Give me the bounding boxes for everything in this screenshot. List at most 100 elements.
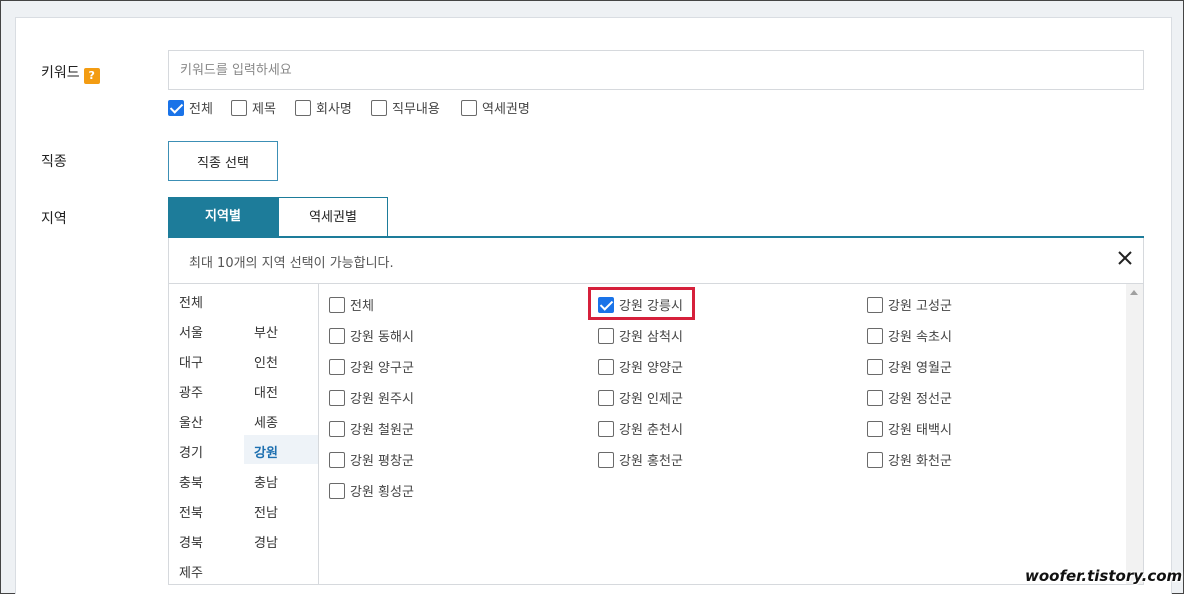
province-ulsan[interactable]: 울산: [179, 412, 203, 431]
city-label: 강원 정선군: [888, 392, 952, 407]
selection-highlight: [588, 287, 695, 320]
province-gyeongnam[interactable]: 경남: [254, 532, 278, 551]
help-icon[interactable]: ?: [83, 68, 100, 84]
province-busan[interactable]: 부산: [254, 322, 278, 341]
city-checkbox[interactable]: [329, 389, 345, 406]
city-label: 강원 태백시: [888, 423, 952, 438]
province-incheon[interactable]: 인천: [254, 352, 278, 371]
city-checkbox[interactable]: [598, 451, 614, 468]
checkbox-station[interactable]: [461, 99, 477, 116]
job-label: 직종: [41, 154, 67, 170]
keyword-label-text: 키워드: [41, 65, 80, 81]
city-option[interactable]: 강원 횡성군: [329, 481, 414, 500]
region-label: 지역: [41, 211, 67, 227]
divider: [318, 284, 319, 584]
city-label: 강원 화천군: [888, 454, 952, 469]
city-checkbox[interactable]: [867, 389, 883, 406]
city-checkbox[interactable]: [598, 420, 614, 437]
city-option[interactable]: 강원 춘천시: [598, 419, 683, 438]
city-checkbox[interactable]: [867, 327, 883, 344]
city-checkbox[interactable]: [329, 482, 345, 499]
city-option[interactable]: 강원 양양군: [598, 357, 683, 376]
city-label: 전체: [350, 299, 374, 314]
keyword-input[interactable]: [168, 50, 1144, 90]
city-checkbox[interactable]: [867, 296, 883, 313]
city-checkbox[interactable]: [598, 358, 614, 375]
city-label: 강원 철원군: [350, 423, 414, 438]
province-jeonnam[interactable]: 전남: [254, 502, 278, 521]
city-label: 강원 원주시: [350, 392, 414, 407]
province-jeju[interactable]: 제주: [179, 562, 203, 581]
city-label: 강원 인제군: [619, 392, 683, 407]
city-label: 강원 홍천군: [619, 454, 683, 469]
city-checkbox[interactable]: [329, 296, 345, 313]
city-checkbox[interactable]: [867, 420, 883, 437]
province-all[interactable]: 전체: [179, 292, 203, 311]
option-company[interactable]: 회사명: [295, 98, 352, 117]
city-checkbox[interactable]: [329, 451, 345, 468]
city-checkbox[interactable]: [598, 327, 614, 344]
tab-by-region[interactable]: 지역별: [168, 197, 278, 237]
province-gwangju[interactable]: 광주: [179, 382, 203, 401]
city-label: 강원 동해시: [350, 330, 414, 345]
province-chungbuk[interactable]: 충북: [179, 472, 203, 491]
city-label: 강원 삼척시: [619, 330, 683, 345]
option-title[interactable]: 제목: [231, 98, 276, 117]
option-all[interactable]: 전체: [168, 98, 213, 117]
city-option[interactable]: 강원 영월군: [867, 357, 952, 376]
city-option[interactable]: 강원 속초시: [867, 326, 952, 345]
scrollbar[interactable]: [1126, 284, 1143, 584]
option-label: 전체: [189, 102, 213, 117]
province-daegu[interactable]: 대구: [179, 352, 203, 371]
city-checkbox[interactable]: [329, 420, 345, 437]
checkbox-job-desc[interactable]: [371, 99, 387, 116]
city-checkbox[interactable]: [329, 327, 345, 344]
city-checkbox[interactable]: [867, 451, 883, 468]
city-label: 강원 춘천시: [619, 423, 683, 438]
city-option[interactable]: 강원 화천군: [867, 450, 952, 469]
city-option[interactable]: 전체: [329, 295, 374, 314]
city-option[interactable]: 강원 양구군: [329, 357, 414, 376]
city-label: 강원 속초시: [888, 330, 952, 345]
region-notice: 최대 10개의 지역 선택이 가능합니다.: [189, 256, 394, 271]
tab-by-station[interactable]: 역세권별: [278, 197, 388, 237]
city-checkbox[interactable]: [867, 358, 883, 375]
city-option[interactable]: 강원 고성군: [867, 295, 952, 314]
province-gangwon[interactable]: 강원: [254, 442, 278, 461]
province-sejong[interactable]: 세종: [254, 412, 278, 431]
city-option[interactable]: 강원 원주시: [329, 388, 414, 407]
province-jeonbuk[interactable]: 전북: [179, 502, 203, 521]
checkbox-title[interactable]: [231, 99, 247, 116]
checkbox-all[interactable]: [168, 99, 184, 116]
city-option[interactable]: 강원 철원군: [329, 419, 414, 438]
keyword-label: 키워드?: [41, 62, 100, 84]
province-gyeonggi[interactable]: 경기: [179, 442, 203, 461]
city-option[interactable]: 강원 정선군: [867, 388, 952, 407]
city-label: 강원 횡성군: [350, 485, 414, 500]
city-label: 강원 고성군: [888, 299, 952, 314]
scroll-up-arrow-icon[interactable]: [1130, 290, 1138, 295]
city-option[interactable]: 강원 태백시: [867, 419, 952, 438]
city-option[interactable]: 강원 인제군: [598, 388, 683, 407]
province-daejeon[interactable]: 대전: [254, 382, 278, 401]
city-label: 강원 평창군: [350, 454, 414, 469]
checkbox-company[interactable]: [295, 99, 311, 116]
option-station[interactable]: 역세권명: [461, 98, 530, 117]
option-label: 회사명: [316, 102, 352, 117]
close-icon[interactable]: [1114, 247, 1136, 269]
divider: [169, 283, 1143, 284]
province-chungnam[interactable]: 충남: [254, 472, 278, 491]
city-label: 강원 양양군: [619, 361, 683, 376]
province-seoul[interactable]: 서울: [179, 322, 203, 341]
city-label: 강원 양구군: [350, 361, 414, 376]
city-option[interactable]: 강원 삼척시: [598, 326, 683, 345]
city-option[interactable]: 강원 홍천군: [598, 450, 683, 469]
city-checkbox[interactable]: [329, 358, 345, 375]
option-job-desc[interactable]: 직무내용: [371, 98, 440, 117]
city-option[interactable]: 강원 동해시: [329, 326, 414, 345]
option-label: 역세권명: [482, 102, 530, 117]
job-select-button[interactable]: 직종 선택: [168, 141, 278, 181]
city-option[interactable]: 강원 평창군: [329, 450, 414, 469]
city-checkbox[interactable]: [598, 389, 614, 406]
province-gyeongbuk[interactable]: 경북: [179, 532, 203, 551]
